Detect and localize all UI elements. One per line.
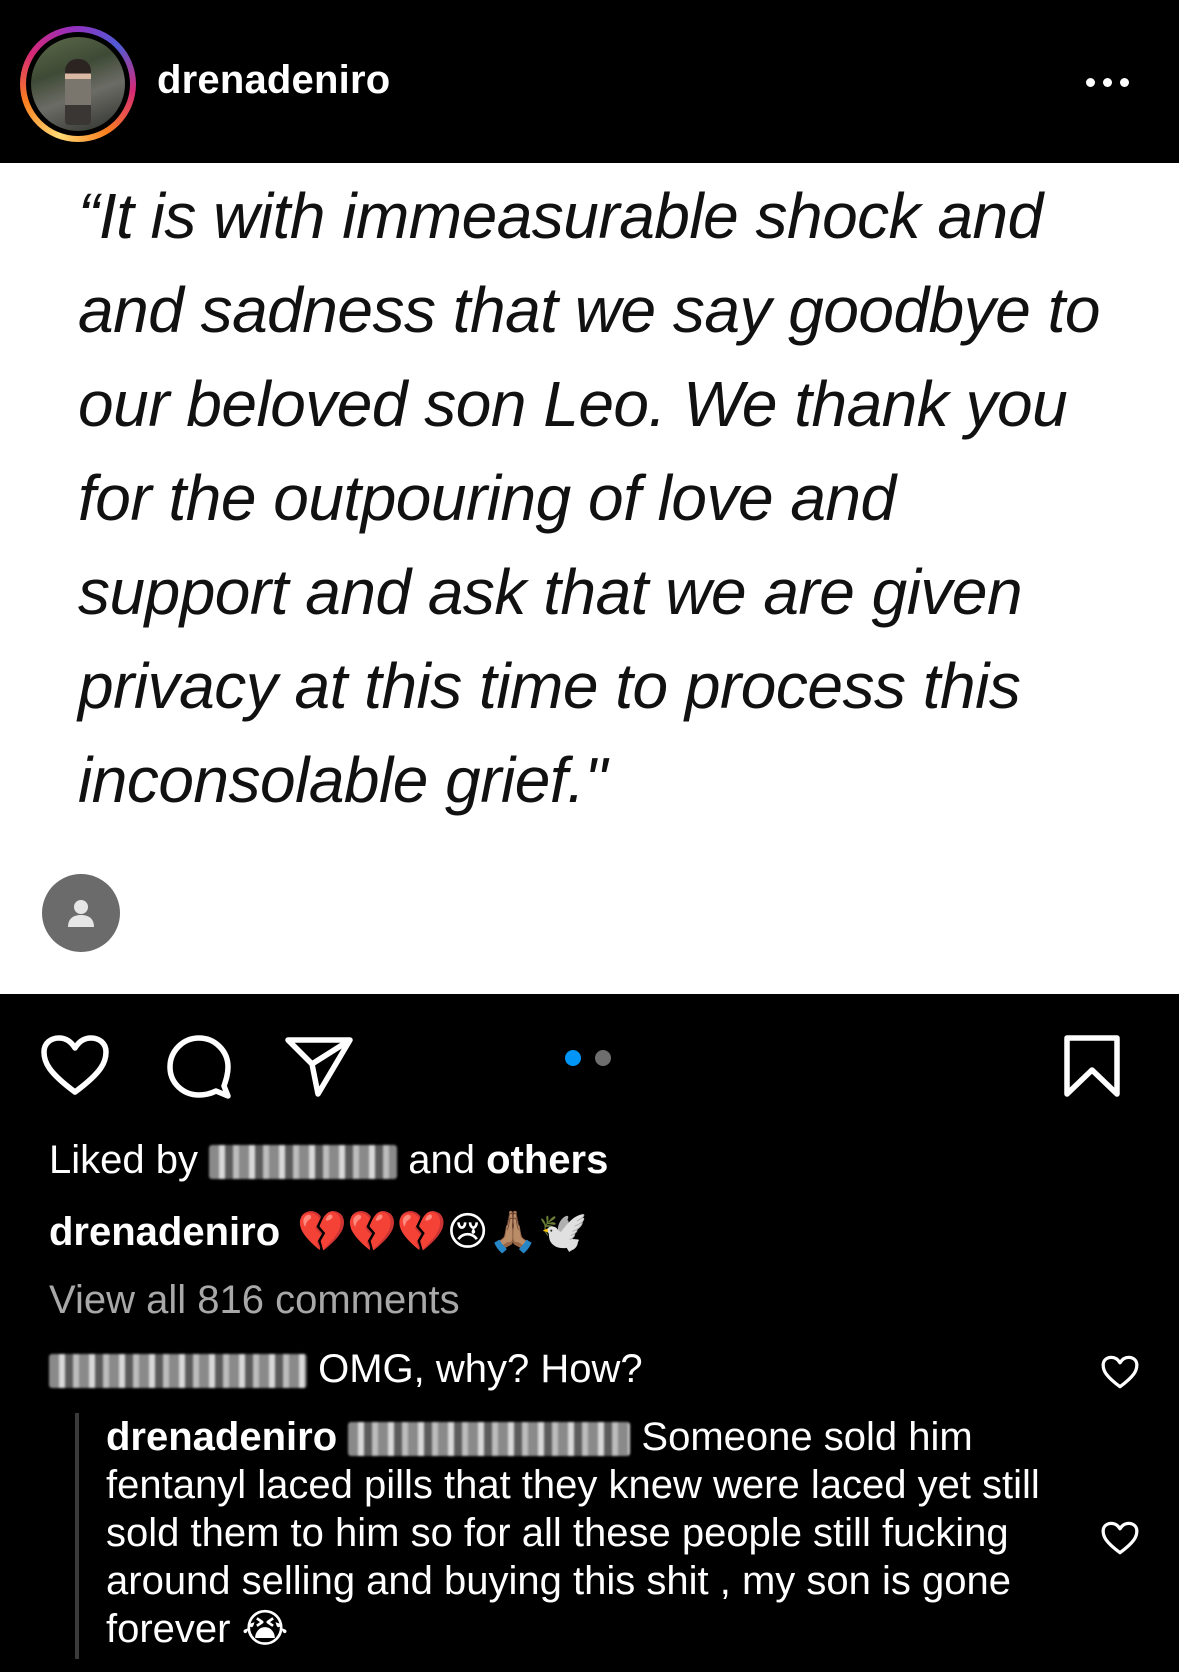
- blurred-comment-username[interactable]: [49, 1354, 307, 1389]
- more-options-button[interactable]: [1086, 70, 1136, 94]
- likes-summary[interactable]: Liked by and others: [49, 1138, 608, 1183]
- comment-bubble-icon[interactable]: [166, 1034, 232, 1100]
- comment-like-heart-icon[interactable]: [1101, 1355, 1139, 1389]
- blurred-username: [209, 1145, 398, 1180]
- reply-thread-line: [75, 1413, 79, 1659]
- view-all-comments-link[interactable]: View all 816 comments: [49, 1278, 460, 1323]
- reply-username[interactable]: drenadeniro: [106, 1415, 337, 1459]
- caption-username[interactable]: drenadeniro: [49, 1210, 280, 1254]
- tagged-people-button[interactable]: [42, 874, 120, 952]
- carousel-indicator: [565, 1050, 611, 1066]
- comment-item: OMG, why? How?: [49, 1347, 643, 1392]
- more-horizontal-icon: [1086, 77, 1095, 87]
- heart-icon[interactable]: [40, 1034, 110, 1096]
- carousel-dot-active: [565, 1050, 581, 1066]
- avatar[interactable]: [20, 26, 136, 142]
- comment-text: OMG, why? How?: [318, 1347, 643, 1391]
- bookmark-icon[interactable]: [1063, 1034, 1121, 1100]
- person-tag-icon: [68, 900, 94, 927]
- post-header: drenadeniro: [0, 0, 1179, 163]
- caption-text: 💔💔💔😢🙏🏽🕊️: [297, 1210, 589, 1254]
- post-image[interactable]: “It is with immeasurable shock and and s…: [0, 163, 1179, 994]
- blurred-mention[interactable]: [348, 1422, 631, 1457]
- reply-comment: drenadeniro Someone sold him fentanyl la…: [106, 1413, 1056, 1653]
- post-image-quote: “It is with immeasurable shock and and s…: [78, 180, 1100, 816]
- paper-plane-icon[interactable]: [284, 1034, 354, 1098]
- post-username[interactable]: drenadeniro: [157, 58, 390, 103]
- caption: drenadeniro 💔💔💔😢🙏🏽🕊️: [49, 1208, 588, 1255]
- likes-others[interactable]: others: [486, 1138, 608, 1182]
- carousel-dot: [595, 1050, 611, 1066]
- avatar-photo: [31, 37, 125, 131]
- reply-like-heart-icon[interactable]: [1101, 1521, 1139, 1555]
